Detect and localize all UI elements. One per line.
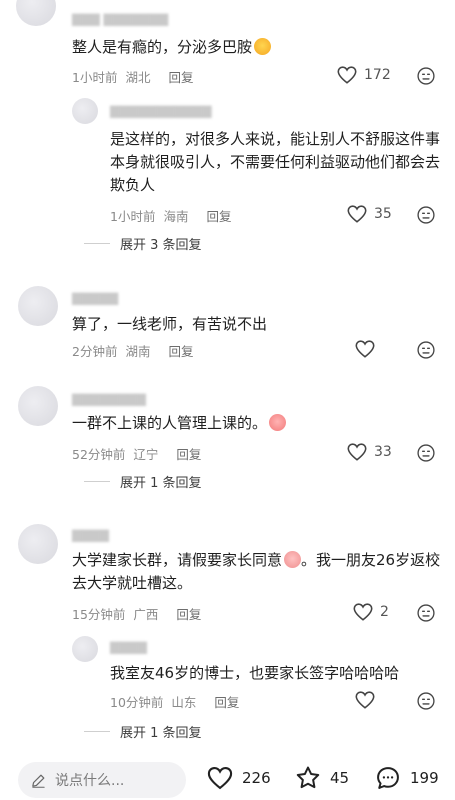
like-button[interactable]: 172	[336, 64, 391, 86]
comment-time: 52分钟前	[72, 447, 126, 462]
avatar[interactable]	[18, 286, 58, 326]
comment-meta: 1小时前 海南 回复	[110, 206, 239, 225]
pig-emoji-icon	[284, 551, 302, 568]
username-blurred: ▇▇▇ ▇▇▇▇▇▇▇	[72, 12, 169, 26]
heart-icon	[347, 443, 367, 461]
username-blurred: ▇▇▇▇▇	[72, 291, 119, 305]
like-count: 2	[380, 604, 389, 620]
star-icon	[296, 766, 320, 789]
expand-replies-label: 展开 1 条回复	[120, 476, 202, 491]
expand-replies-label: 展开 3 条回复	[120, 238, 202, 253]
comment-text: 一群不上课的人管理上课的。	[72, 412, 432, 435]
heart-icon	[207, 767, 233, 790]
expand-replies-button[interactable]: 展开 3 条回复	[84, 234, 202, 253]
pencil-icon	[32, 774, 45, 788]
like-count: 35	[374, 206, 392, 222]
avatar[interactable]	[72, 636, 98, 662]
comment-location: 湖北	[125, 70, 151, 85]
bottom-action-bar: 说点什么... 226 45 199	[0, 754, 455, 800]
heart-icon	[353, 603, 373, 621]
heart-icon	[337, 66, 357, 84]
username-blurred: ▇▇▇▇	[110, 640, 147, 654]
reply-button[interactable]: 回复	[168, 70, 193, 85]
comment-time: 10分钟前	[110, 695, 164, 710]
like-button[interactable]: 2	[352, 601, 389, 623]
heart-icon	[355, 340, 375, 358]
dislike-face-icon[interactable]	[416, 691, 436, 711]
divider	[84, 243, 110, 244]
dislike-face-icon[interactable]	[416, 205, 436, 225]
comment-location: 湖南	[125, 344, 151, 359]
comment-meta: 2分钟前 湖南 回复	[72, 341, 201, 360]
expand-replies-button[interactable]: 展开 1 条回复	[84, 722, 202, 741]
comment-button[interactable]: 199	[374, 764, 439, 792]
comment-time: 15分钟前	[72, 607, 126, 622]
comment-text: 整人是有瘾的，分泌多巴胺	[72, 36, 432, 59]
comment-time: 2分钟前	[72, 344, 118, 359]
comment-meta: 10分钟前 山东 回复	[110, 692, 247, 711]
comment-meta: 52分钟前 辽宁 回复	[72, 444, 209, 463]
expand-replies-button[interactable]: 展开 1 条回复	[84, 472, 202, 491]
dislike-face-icon[interactable]	[416, 340, 436, 360]
reply-button[interactable]: 回复	[214, 695, 239, 710]
dislike-face-icon[interactable]	[416, 603, 436, 623]
dislike-face-icon[interactable]	[416, 443, 436, 463]
reply-button[interactable]: 回复	[176, 447, 201, 462]
like-post-button[interactable]: 226	[206, 764, 271, 792]
comment-text: 我室友46岁的博士，也要家长签字哈哈哈哈	[110, 664, 400, 682]
favorite-button[interactable]: 45	[294, 764, 349, 792]
comment-time: 1小时前	[110, 209, 156, 224]
reply-button[interactable]: 回复	[206, 209, 231, 224]
comment-location: 海南	[163, 209, 189, 224]
username-blurred: ▇▇▇▇▇▇▇▇▇▇▇	[110, 104, 212, 118]
comment-count: 199	[410, 769, 439, 787]
comment-location: 广西	[133, 607, 159, 622]
comment-text: 大学建家长群，请假要家长同意 。我一朋友26岁返校去大学就吐槽这。	[72, 551, 441, 592]
comment-meta: 15分钟前 广西 回复	[72, 604, 209, 623]
comment-time: 1小时前	[72, 70, 118, 85]
like-button[interactable]: 35	[346, 203, 392, 225]
reply-button[interactable]: 回复	[168, 344, 193, 359]
expand-replies-label: 展开 1 条回复	[120, 726, 202, 741]
heart-icon	[355, 691, 375, 709]
favorite-count: 45	[330, 769, 350, 787]
crying-emoji-icon	[269, 414, 287, 431]
comment-location: 山东	[171, 695, 197, 710]
like-count: 226	[242, 769, 271, 787]
avatar[interactable]	[16, 0, 56, 26]
comment-input[interactable]: 说点什么...	[18, 762, 186, 798]
divider	[84, 731, 110, 732]
like-count: 172	[364, 67, 391, 83]
comment-location: 辽宁	[133, 447, 159, 462]
like-count: 33	[374, 444, 392, 460]
comment-meta: 1小时前 湖北 回复	[72, 67, 201, 86]
avatar[interactable]	[18, 386, 58, 426]
username-blurred: ▇▇▇▇	[72, 528, 109, 542]
reply-button[interactable]: 回复	[176, 607, 201, 622]
input-placeholder: 说点什么...	[55, 773, 125, 789]
comment-text: 算了，一线老师，有苦说不出	[72, 315, 268, 333]
like-button[interactable]	[354, 689, 376, 711]
heart-icon	[347, 205, 367, 223]
like-button[interactable]	[354, 338, 376, 360]
avatar[interactable]	[72, 98, 98, 124]
username-blurred: ▇▇▇▇▇▇▇▇	[72, 392, 146, 406]
comment-bubble-icon	[377, 767, 399, 789]
dislike-face-icon[interactable]	[416, 66, 436, 86]
comment-text: 是这样的，对很多人来说，能让别人不舒服这件事本身就很吸引人，不需要任何利益驱动他…	[110, 130, 441, 194]
avatar[interactable]	[18, 524, 58, 564]
divider	[84, 481, 110, 482]
smiling-emoji-icon	[254, 38, 272, 55]
like-button[interactable]: 33	[346, 441, 392, 463]
